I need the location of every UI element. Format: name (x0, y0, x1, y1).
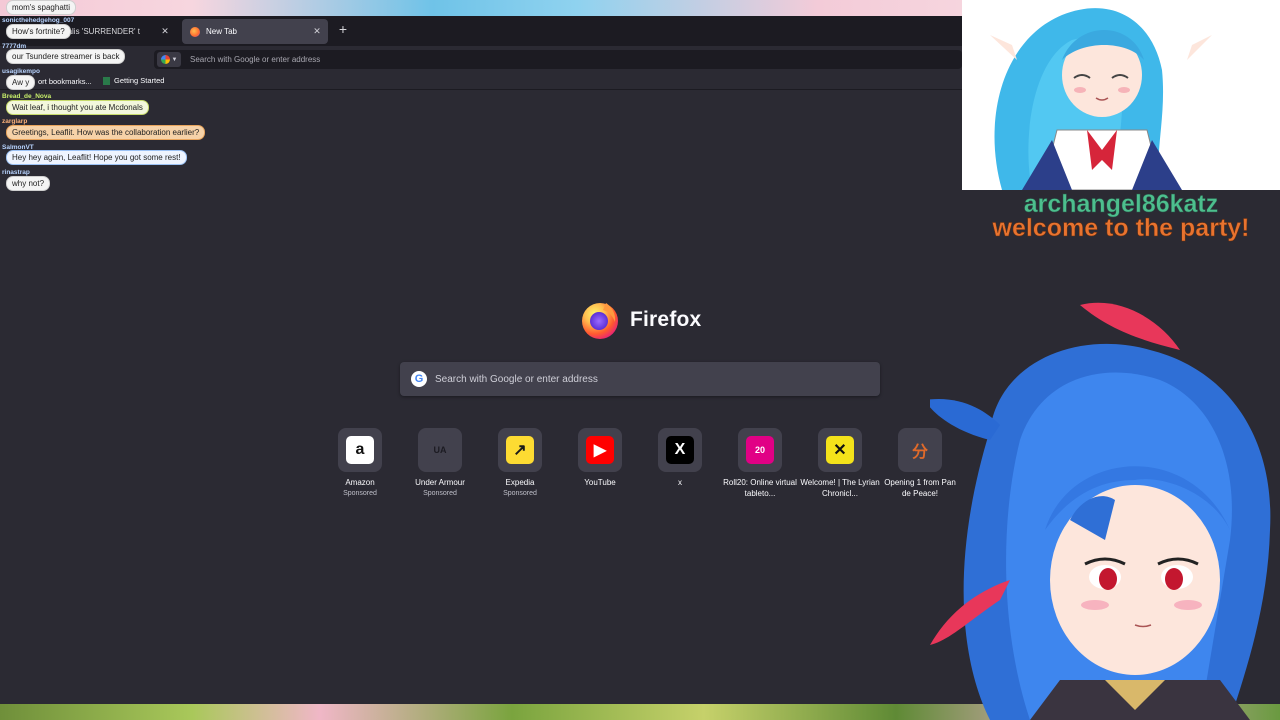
chibi-avatar-panel (962, 0, 1280, 190)
top-site-tile[interactable]: ▶ (578, 428, 622, 472)
top-site-roll20-online-virtual-tableto[interactable]: 20 Roll20: Online virtual tableto... (720, 428, 800, 499)
bookmark-import[interactable]: ort bookmarks... (38, 77, 92, 86)
top-site-tile[interactable]: ✕ (818, 428, 862, 472)
chat-username: rinastrap (2, 169, 30, 176)
chevron-down-icon: ▼ (171, 56, 178, 63)
search-placeholder: Search with Google or enter address (435, 373, 598, 385)
close-icon[interactable]: ✕ (158, 26, 172, 37)
chat-username: Bread_de_Nova (2, 93, 52, 100)
chat-message: How's fortnite? (6, 24, 71, 39)
top-site-tile[interactable]: X (658, 428, 702, 472)
tab-new-tab[interactable]: New Tab ✕ (182, 19, 328, 44)
top-site-label: YouTube (584, 478, 616, 487)
top-site-tile[interactable]: ↗ (498, 428, 542, 472)
top-site-tile[interactable]: 20 (738, 428, 782, 472)
youtube-icon: ▶ (586, 436, 614, 464)
sponsored-label: Sponsored (503, 489, 537, 497)
chibi-avatar-image (990, 8, 1212, 190)
close-icon[interactable]: ✕ (310, 26, 324, 37)
google-icon: G (411, 371, 427, 387)
top-site-youtube[interactable]: ▶ YouTube (560, 428, 640, 489)
top-site-label: Under Armour (415, 478, 465, 487)
tab-label: New Tab (206, 27, 237, 36)
x-icon: X (666, 436, 694, 464)
top-site-amazon[interactable]: a Amazon Sponsored (320, 428, 400, 499)
under-armour-icon: UA (426, 436, 454, 464)
firefox-favicon-icon (190, 26, 200, 37)
top-site-under-armour[interactable]: UA Under Armour Sponsored (400, 428, 480, 499)
top-site-label: Amazon (345, 478, 375, 487)
chat-message: Greetings, Leaflit. How was the collabor… (6, 125, 206, 140)
lyrian-icon: ✕ (826, 436, 854, 464)
top-site-label: x (678, 478, 682, 487)
chat-message: Aw y (6, 75, 36, 90)
expedia-icon: ↗ (506, 436, 534, 464)
chat-message: Hey hey again, Leaflit! Hope you got som… (6, 150, 187, 165)
top-site-label: Roll20: Online virtual tableto... (723, 478, 797, 498)
sponsored-label: Sponsored (423, 489, 457, 497)
getting-started-icon (103, 76, 110, 85)
top-site-welcome-the-lyrian-chronicl[interactable]: ✕ Welcome! | The Lyrian Chronicl... (800, 428, 880, 499)
top-site-expedia[interactable]: ↗ Expedia Sponsored (480, 428, 560, 499)
top-site-x[interactable]: Xx (640, 428, 720, 489)
stream-background-top (0, 0, 962, 16)
top-site-label: Expedia (505, 478, 535, 487)
bookmark-getting-started[interactable]: Getting Started (103, 76, 164, 85)
chat-message: our Tsundere streamer is back (6, 49, 126, 64)
google-icon (160, 55, 170, 64)
chat-message: mom's spaghatti (6, 0, 76, 15)
firefox-logo-icon (582, 303, 618, 339)
alert-message: welcome to the party! (992, 214, 1250, 243)
url-bar-placeholder: Search with Google or enter address (190, 55, 321, 64)
firefox-wordmark: Firefox (630, 308, 702, 331)
bookmark-label: Getting Started (114, 76, 165, 85)
chat-username: usagikempo (2, 68, 40, 75)
amazon-icon: a (346, 436, 374, 464)
chat-username: sonicthehedgehog_007 (2, 17, 75, 24)
top-site-label: Welcome! | The Lyrian Chronicl... (800, 478, 880, 498)
sponsored-label: Sponsored (343, 489, 377, 497)
url-bar[interactable]: ▼ Search with Google or enter address (154, 50, 962, 69)
chat-message: Wait leaf, i thought you ate Mcdonals (6, 100, 149, 115)
roll20-icon: 20 (746, 436, 774, 464)
chat-username: zarglarp (2, 118, 28, 125)
search-engine-selector[interactable]: ▼ (157, 52, 181, 67)
new-tab-button[interactable]: + (336, 21, 350, 37)
newtab-search-input[interactable]: G Search with Google or enter address (400, 362, 880, 396)
top-site-tile[interactable]: a (338, 428, 382, 472)
chat-message: why not? (6, 176, 51, 191)
vtuber-avatar (930, 302, 1271, 720)
top-site-tile[interactable]: UA (418, 428, 462, 472)
